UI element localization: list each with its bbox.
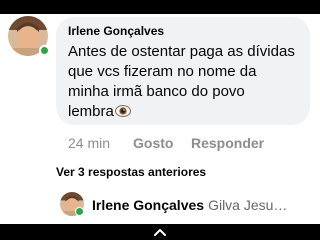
view-previous-replies-link[interactable]: Ver 3 respostas anteriores (56, 165, 206, 179)
reply-button[interactable]: Responder (191, 135, 264, 151)
reply-author[interactable]: Irlene Gonçalves (92, 197, 204, 213)
latest-reply-preview[interactable]: Irlene Gonçalves Gilva Jesu… (92, 197, 292, 213)
comment-line: Antes de ostentar paga as dívidas (68, 43, 295, 60)
comment-line: lembra (68, 103, 114, 120)
comment-timestamp: 24 min (68, 135, 111, 151)
reply-text-preview: Gilva Jesu… (208, 197, 288, 213)
online-status-icon (75, 207, 84, 216)
comment-author[interactable]: Irlene Gonçalves (68, 24, 164, 38)
top-edge (0, 0, 320, 14)
comment-line: que vcs fizeram no nome da (68, 63, 257, 80)
comment-bubble[interactable]: Irlene Gonçalves Antes de ostentar paga … (56, 17, 310, 125)
online-status-icon (39, 45, 50, 56)
comment-line: minha irmã banco do povo (68, 83, 245, 100)
eye-icon (114, 104, 131, 124)
comment-thread: Irlene Gonçalves Antes de ostentar paga … (0, 0, 320, 240)
comment-line-last: lembra (68, 102, 300, 124)
chevron-up-icon[interactable] (152, 226, 168, 238)
like-button[interactable]: Gosto (133, 135, 173, 151)
comment-text: Antes de ostentar paga as dívidas que vc… (68, 42, 300, 124)
system-navigation-bar (0, 224, 320, 240)
